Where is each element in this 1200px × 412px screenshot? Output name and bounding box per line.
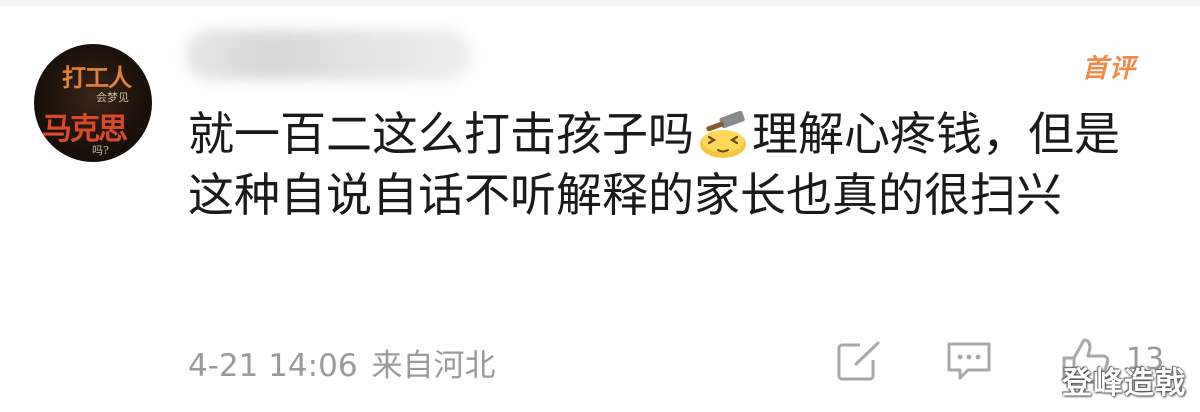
hammer-on-head-emoji: [700, 110, 746, 158]
comment-location: 来自河北: [371, 348, 496, 384]
username-blurred[interactable]: [186, 30, 471, 80]
avatar-text-line2: 会梦见: [96, 91, 129, 104]
avatar[interactable]: 打工人 会梦见 马克思 吗?: [34, 44, 152, 162]
comment-icon[interactable]: [946, 340, 992, 382]
share-icon[interactable]: [836, 340, 882, 382]
avatar-text-line3: 马克思: [42, 112, 128, 147]
comment-meta: 4-21 14:06 来自河北: [188, 340, 496, 385]
comment-text: 就一百二这么打击孩子吗 理解心疼钱，但是这种自说自话不听解释的家长也真的很扫兴: [188, 104, 1158, 226]
avatar-text-line4: 吗?: [92, 144, 109, 157]
watermark: 登峰造戟: [1062, 366, 1186, 401]
comment-date: 4-21 14:06: [188, 348, 358, 384]
top-divider: [0, 0, 1200, 6]
comment-text-part1: 就一百二这么打击孩子吗: [188, 107, 694, 161]
avatar-text-line1: 打工人: [62, 63, 132, 92]
first-comment-badge: 首评: [1082, 54, 1137, 84]
